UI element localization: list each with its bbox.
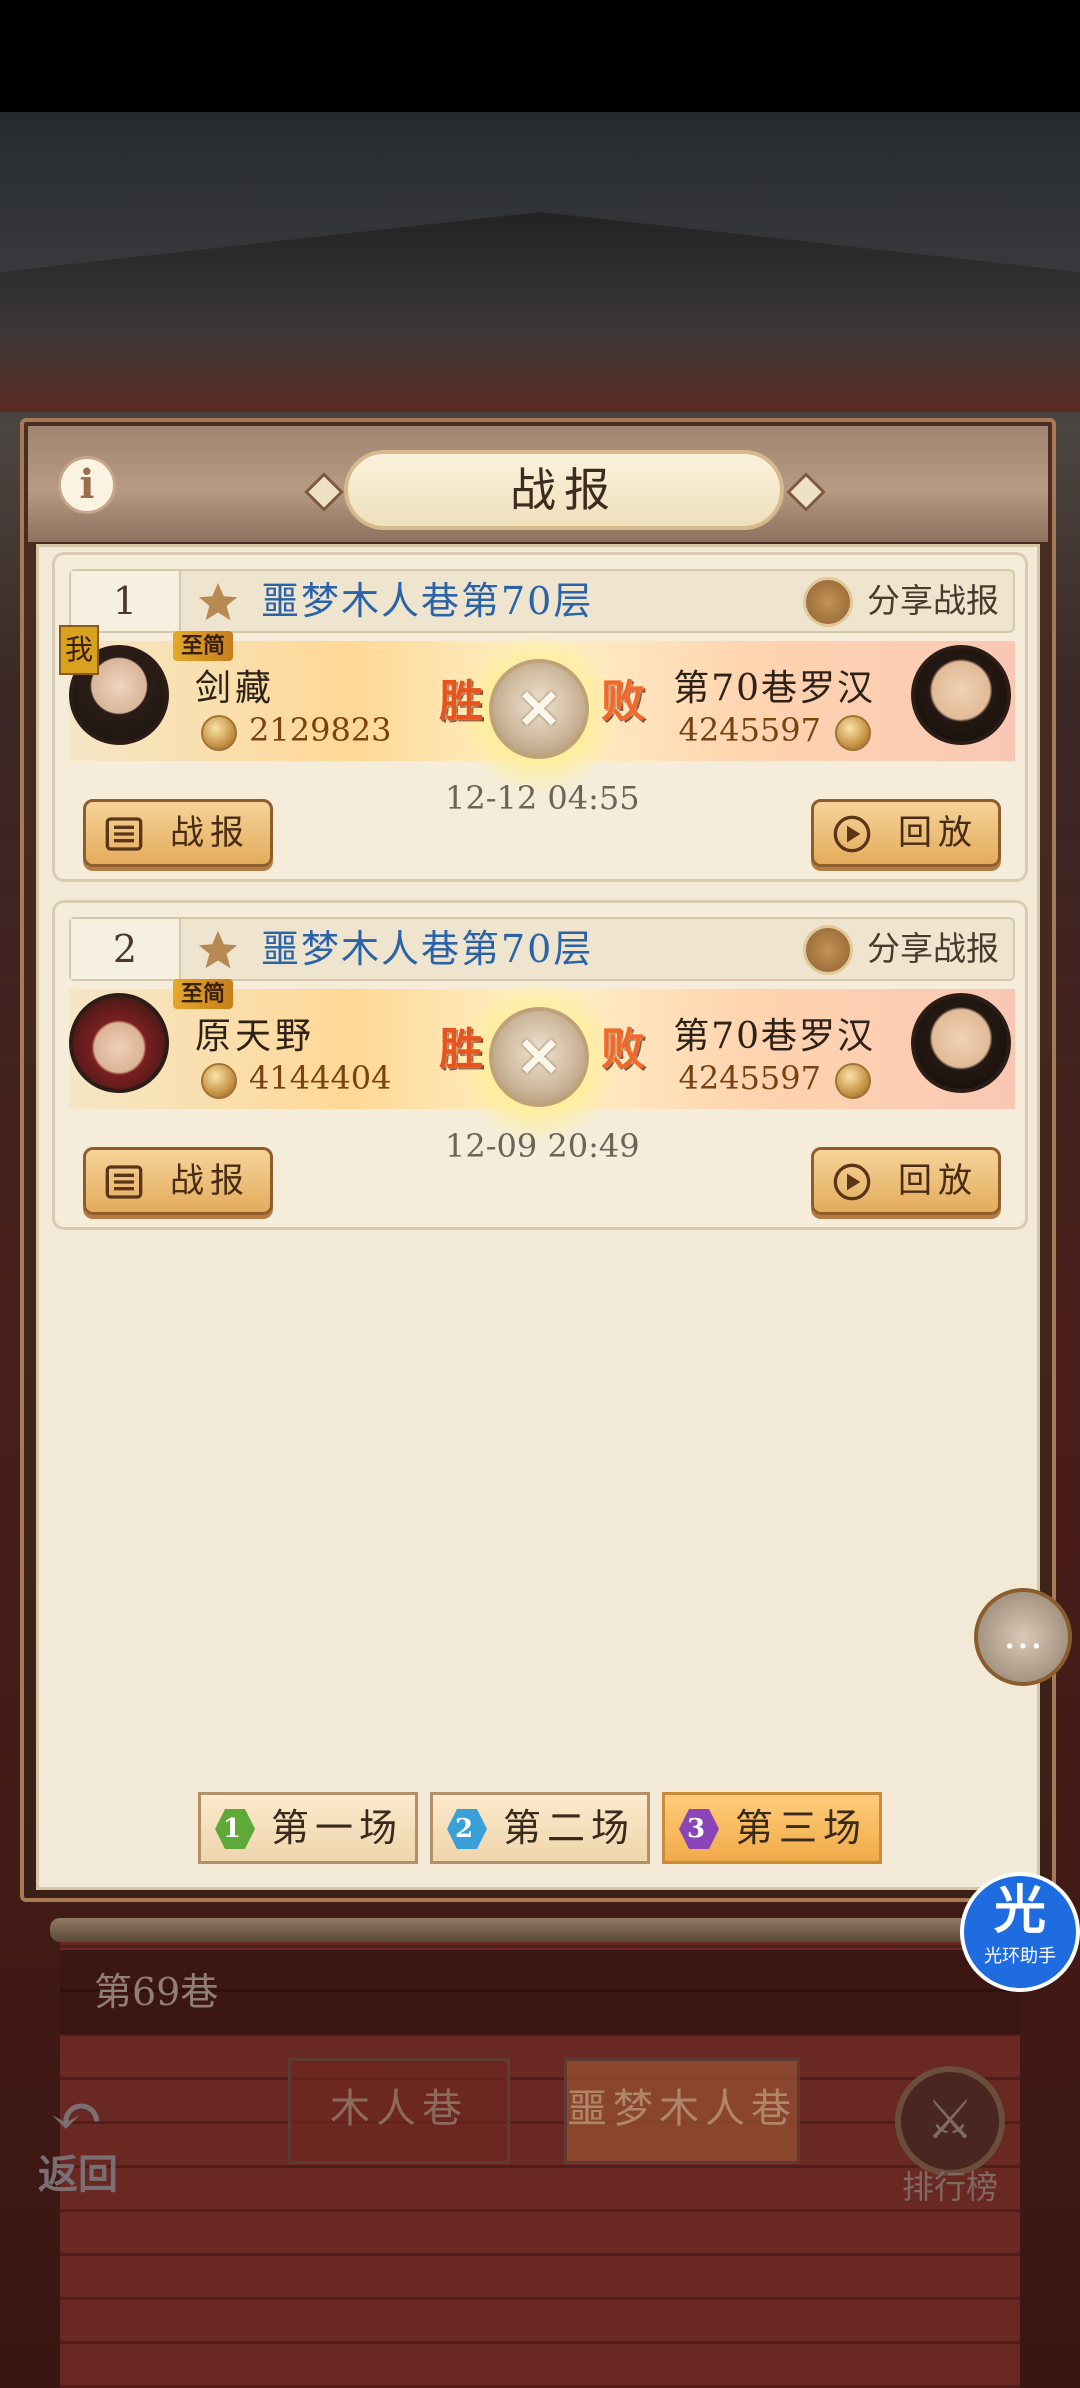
opponent-power: 4245597 (678, 1059, 821, 1097)
win-label: 胜 (439, 676, 483, 727)
round-number-icon: 3 (679, 1809, 719, 1849)
star-icon (198, 930, 238, 969)
rank-tag: 至简 (173, 979, 234, 1009)
report-label: 战报 (170, 813, 250, 853)
lose-label: 败 (601, 1024, 645, 1075)
replay-label: 回放 (898, 813, 978, 853)
round-tab-label: 第一场 (271, 1806, 404, 1850)
power-icon (835, 715, 871, 751)
share-report-button[interactable]: 分享战报 (803, 919, 999, 979)
round-tab-label: 第二场 (503, 1806, 636, 1850)
share-report-button[interactable]: 分享战报 (803, 571, 999, 631)
power-icon (201, 715, 237, 751)
back-button[interactable]: ↶ 返回 (30, 2080, 150, 2198)
record-title: 噩梦木人巷第70层 (261, 579, 594, 623)
round-tab-1[interactable]: 1 第一场 (198, 1792, 418, 1864)
halo-assistant-button[interactable]: 光 光环助手 (960, 1872, 1080, 1992)
record-header: 2 噩梦木人巷第70层 分享战报 (69, 917, 1015, 981)
win-label: 胜 (439, 1024, 483, 1075)
info-icon[interactable]: i (58, 456, 116, 514)
opponent-name: 第70巷罗汉 (673, 668, 875, 709)
list-icon (105, 817, 143, 851)
me-badge: 我 (59, 625, 99, 675)
crossed-swords-icon: ✕ (489, 1007, 589, 1107)
round-tab-2[interactable]: 2 第二场 (430, 1792, 650, 1864)
round-number-icon: 2 (447, 1809, 487, 1849)
halo-logo-icon: 光 (993, 1880, 1046, 1941)
record-index: 2 (71, 919, 181, 979)
replay-label: 回放 (898, 1161, 978, 1201)
leaderboard-label: 排行榜 (901, 2168, 998, 2206)
title-ornament-right (786, 472, 826, 512)
opponent-name: 第70巷罗汉 (673, 1016, 875, 1057)
round-tab-3[interactable]: 3 第三场 (662, 1792, 882, 1864)
share-label: 分享战报 (867, 581, 999, 620)
report-label: 战报 (170, 1161, 250, 1201)
back-label: 返回 (38, 2151, 118, 2198)
battle-time: 12-12 04:55 (445, 779, 640, 817)
record-title: 噩梦木人巷第70层 (261, 927, 594, 971)
play-icon (833, 1163, 871, 1201)
crossed-swords-icon: ⚔ (895, 2066, 1005, 2176)
dialog-title: 战报 (344, 450, 784, 530)
opponent-avatar[interactable] (911, 993, 1011, 1093)
record-index: 1 (71, 571, 181, 631)
tab-nightmare-alley[interactable]: 噩梦木人巷 (564, 2058, 800, 2164)
share-icon (803, 925, 853, 975)
dialog-header: i 战报 (28, 426, 1048, 542)
battle-record-card: 2 噩梦木人巷第70层 分享战报 至简 原天野 4144404 胜 ✕ 败 第7… (52, 900, 1028, 1230)
opponent-power: 4245597 (678, 711, 821, 749)
share-label: 分享战报 (867, 929, 999, 968)
player-name: 剑藏 (195, 668, 276, 709)
report-button[interactable]: 战报 (83, 799, 273, 867)
round-number-icon: 1 (215, 1809, 255, 1849)
opponent-avatar[interactable] (911, 645, 1011, 745)
player-power: 2129823 (249, 711, 392, 749)
halo-label: 光环助手 (984, 1946, 1056, 1967)
rank-tag: 至简 (173, 631, 234, 661)
crossed-swords-icon: ✕ (489, 659, 589, 759)
player-name: 原天野 (195, 1016, 316, 1057)
list-icon (105, 1165, 143, 1199)
game-screen: 第69巷 木人巷 噩梦木人巷 ↶ 返回 ⚔ 排行榜 i 战报 1 噩梦木人巷第7… (0, 0, 1080, 2388)
tab-wooden-alley[interactable]: 木人巷 (288, 2058, 510, 2164)
background-list-row: 第69巷 (60, 1950, 1020, 2034)
list-beam (50, 1918, 1030, 1942)
battle-record-card: 1 噩梦木人巷第70层 分享战报 我 至简 剑藏 2129823 胜 ✕ 败 第… (52, 552, 1028, 882)
player-power: 4144404 (249, 1059, 392, 1097)
leaderboard-button[interactable]: ⚔ 排行榜 (880, 2066, 1020, 2206)
share-icon (803, 577, 853, 627)
report-button[interactable]: 战报 (83, 1147, 273, 1215)
chat-bubble-icon[interactable]: … (974, 1588, 1072, 1686)
record-header: 1 噩梦木人巷第70层 分享战报 (69, 569, 1015, 633)
lose-label: 败 (601, 676, 645, 727)
replay-button[interactable]: 回放 (811, 799, 1001, 867)
power-icon (201, 1063, 237, 1099)
player-avatar[interactable] (69, 993, 169, 1093)
battle-time: 12-09 20:49 (445, 1127, 640, 1165)
power-icon (835, 1063, 871, 1099)
star-icon (198, 582, 238, 621)
replay-button[interactable]: 回放 (811, 1147, 1001, 1215)
title-ornament-left (304, 472, 344, 512)
play-icon (833, 815, 871, 853)
round-tab-label: 第三场 (735, 1806, 868, 1850)
